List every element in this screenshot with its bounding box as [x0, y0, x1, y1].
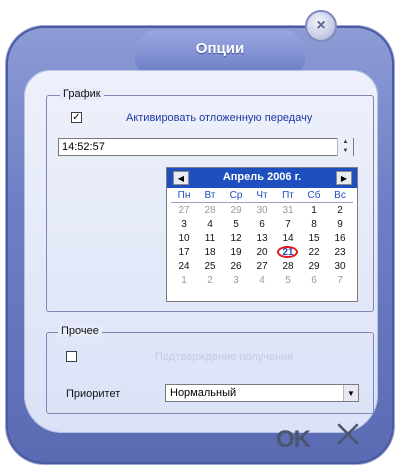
calendar-grid: Пн Вт Ср Чт Пт Сб Вс 27 28 29 30 31 1 2 3 4 5 6 7 8 9 10 11 12 1… — [171, 190, 353, 287]
calendar-day[interactable]: 8 — [301, 218, 327, 231]
calendar-day[interactable]: 23 — [327, 246, 353, 259]
calendar-next-button[interactable]: ▶ — [336, 171, 352, 185]
calendar-day[interactable]: 6 — [249, 218, 275, 231]
priority-dropdown-button[interactable]: ▼ — [343, 385, 358, 401]
calendar-day[interactable]: 4 — [197, 218, 223, 231]
calendar-day[interactable]: 28 — [197, 204, 223, 217]
calendar-weekday: Чт — [249, 190, 275, 203]
time-input-value: 14:52:57 — [62, 141, 105, 153]
close-button[interactable]: × — [305, 10, 337, 42]
calendar-day[interactable]: 6 — [301, 274, 327, 287]
calendar-day-selected[interactable]: 21 — [275, 246, 301, 259]
time-spinner[interactable]: ▲ ▼ — [337, 138, 353, 156]
ok-icon: OK — [276, 426, 311, 453]
calendar-day[interactable]: 29 — [301, 260, 327, 273]
calendar-day[interactable]: 3 — [223, 274, 249, 287]
priority-select[interactable]: Нормальный — [165, 384, 359, 402]
delivery-confirmation-checkbox[interactable] — [66, 351, 77, 362]
calendar-day[interactable]: 24 — [171, 260, 197, 273]
calendar-month-title: Апрель 2006 г. — [222, 171, 302, 183]
calendar-day[interactable]: 3 — [171, 218, 197, 231]
chevron-right-icon: ▶ — [340, 173, 348, 183]
calendar-day[interactable]: 2 — [327, 204, 353, 217]
calendar-prev-button[interactable]: ◀ — [173, 171, 189, 185]
calendar-weekday: Вс — [327, 190, 353, 203]
calendar-day[interactable]: 4 — [249, 274, 275, 287]
calendar-day[interactable]: 27 — [171, 204, 197, 217]
scheduled-transfer-checkbox[interactable]: ✓ — [71, 112, 82, 123]
calendar-day[interactable]: 30 — [327, 260, 353, 273]
close-icon: × — [316, 17, 326, 34]
calendar-day[interactable]: 5 — [275, 274, 301, 287]
calendar-day[interactable]: 25 — [197, 260, 223, 273]
calendar-day[interactable]: 22 — [301, 246, 327, 259]
calendar-weekday: Сб — [301, 190, 327, 203]
delivery-confirmation-label: Подтверждение получения — [155, 351, 294, 363]
calendar-weekday: Ср — [223, 190, 249, 203]
cancel-button[interactable] — [336, 422, 360, 446]
calendar-day[interactable]: 15 — [301, 232, 327, 245]
scheduled-transfer-label: Активировать отложенную передачу — [126, 112, 313, 124]
calendar-day[interactable]: 1 — [301, 204, 327, 217]
calendar-day[interactable]: 17 — [171, 246, 197, 259]
calendar: ◀ Апрель 2006 г. ▶ Пн Вт Ср Чт Пт Сб Вс 27 28 29 3… — [166, 167, 358, 302]
ok-button[interactable]: OK — [276, 426, 311, 454]
calendar-day[interactable]: 10 — [171, 232, 197, 245]
calendar-header: ◀ Апрель 2006 г. ▶ — [167, 168, 357, 188]
calendar-day[interactable]: 5 — [223, 218, 249, 231]
time-input[interactable]: 14:52:57 — [58, 138, 354, 156]
cancel-icon — [337, 423, 359, 445]
calendar-day[interactable]: 30 — [249, 204, 275, 217]
calendar-day[interactable]: 13 — [249, 232, 275, 245]
priority-select-value: Нормальный — [170, 387, 237, 399]
calendar-day[interactable]: 18 — [197, 246, 223, 259]
priority-label: Приоритет — [66, 388, 121, 400]
other-group-label: Прочее — [58, 325, 102, 337]
calendar-weekday: Пт — [275, 190, 301, 203]
calendar-day[interactable]: 19 — [223, 246, 249, 259]
chevron-down-icon: ▼ — [347, 388, 355, 398]
calendar-day[interactable]: 27 — [249, 260, 275, 273]
calendar-day[interactable]: 26 — [223, 260, 249, 273]
calendar-day[interactable]: 16 — [327, 232, 353, 245]
dialog-title: Опции — [195, 40, 245, 57]
calendar-weekday: Вт — [197, 190, 223, 203]
spinner-down-icon[interactable]: ▼ — [338, 147, 353, 155]
calendar-day[interactable]: 14 — [275, 232, 301, 245]
calendar-day[interactable]: 20 — [249, 246, 275, 259]
calendar-day[interactable]: 9 — [327, 218, 353, 231]
calendar-day[interactable]: 12 — [223, 232, 249, 245]
chevron-left-icon: ◀ — [177, 173, 185, 183]
calendar-day[interactable]: 7 — [327, 274, 353, 287]
checkmark-icon: ✓ — [72, 111, 81, 123]
calendar-day[interactable]: 31 — [275, 204, 301, 217]
schedule-group-label: График — [60, 88, 104, 100]
calendar-day[interactable]: 7 — [275, 218, 301, 231]
calendar-day[interactable]: 29 — [223, 204, 249, 217]
spinner-up-icon[interactable]: ▲ — [338, 138, 353, 146]
calendar-weekday: Пн — [171, 190, 197, 203]
calendar-day[interactable]: 1 — [171, 274, 197, 287]
calendar-day[interactable]: 2 — [197, 274, 223, 287]
calendar-day[interactable]: 11 — [197, 232, 223, 245]
calendar-day[interactable]: 28 — [275, 260, 301, 273]
